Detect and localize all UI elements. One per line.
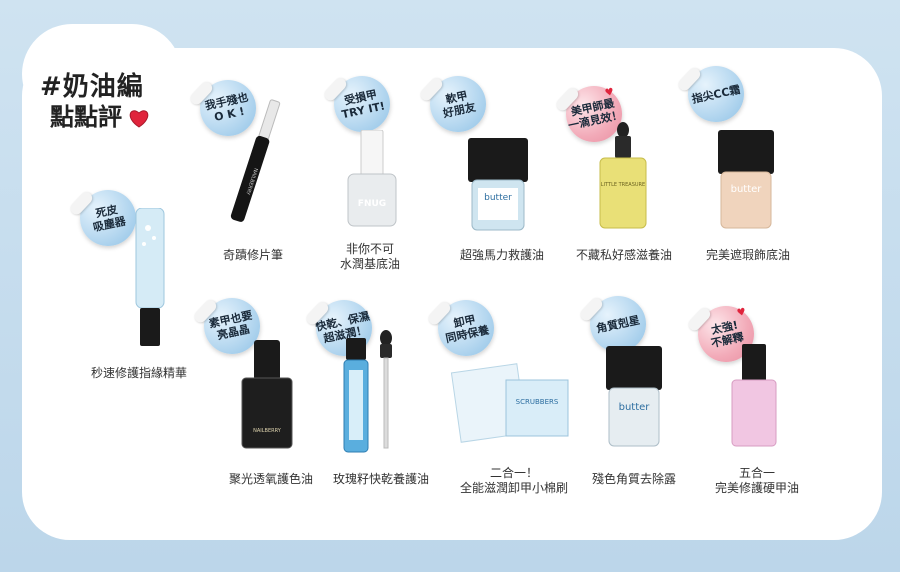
sticker-text: 死皮 吸塵器 <box>91 202 127 235</box>
product-rescue: butter <box>468 138 528 231</box>
title-line-2-wrap: 點點評 <box>50 103 150 132</box>
label-harden: 五合一 完美修護硬甲油 <box>714 466 799 495</box>
title-line-2: 點點評 <box>50 103 122 132</box>
sticker-text: 卸甲 同時保養 <box>444 312 491 346</box>
label-cc: 完美遮瑕飾底油 <box>705 248 790 262</box>
label-oil: 不藏私好感滋養油 <box>575 248 672 262</box>
sticker-text: 軟甲 好朋友 <box>441 88 477 121</box>
product-oil: LITTLE TREASURE <box>599 122 647 229</box>
product-scrubbers: SCRUBBERS <box>450 363 569 443</box>
label-rescue: 超強馬力救護油 <box>459 248 544 262</box>
page-title: #奶油編 點點評 <box>40 72 150 132</box>
product-base-coat: FNUG <box>347 130 397 227</box>
label-pads: 二合一！ 全能滋潤卸甲小棉刷 <box>459 466 568 495</box>
label-rose: 玫瑰籽快乾養護油 <box>332 472 429 486</box>
label-base: 非你不可 水潤基底油 <box>339 242 400 271</box>
label-cuticle: 秒速修護指緣精華 <box>90 366 187 380</box>
product-cuticle <box>135 208 165 346</box>
label-exfoliation: 殘色角質去除露 <box>591 472 676 486</box>
product-pen: NAILBERRY <box>230 99 281 222</box>
sticker-text: 受損甲 TRY IT! <box>340 87 387 122</box>
label-pen: 奇蹟修片筆 <box>222 248 283 262</box>
heart-icon <box>128 108 150 128</box>
bottle-text: SCRUBBERS <box>516 398 559 406</box>
label-topcoat: 聚光透氧護色油 <box>228 472 313 486</box>
sticker-text: 素甲也要 亮晶晶 <box>207 308 254 343</box>
sticker-text: 指尖CC霜 <box>690 82 742 106</box>
product-topcoat: NAILBERRY <box>241 340 293 449</box>
product-exfoliation: butter <box>606 346 662 447</box>
bottle-text: NAILBERRY <box>253 428 282 434</box>
product-harden <box>731 344 777 447</box>
bottle-text: butter <box>484 193 512 203</box>
sticker-text: 角質剋星 <box>595 313 641 335</box>
bottle-text: LITTLE TREASURE <box>601 182 645 188</box>
bottle-text: butter <box>731 184 763 195</box>
bottle-text: FNUG <box>358 199 386 209</box>
product-rose-oil <box>343 330 392 453</box>
title-line-1: #奶油編 <box>40 72 144 102</box>
product-cc: butter <box>718 130 774 229</box>
bottle-text: butter <box>619 402 651 413</box>
